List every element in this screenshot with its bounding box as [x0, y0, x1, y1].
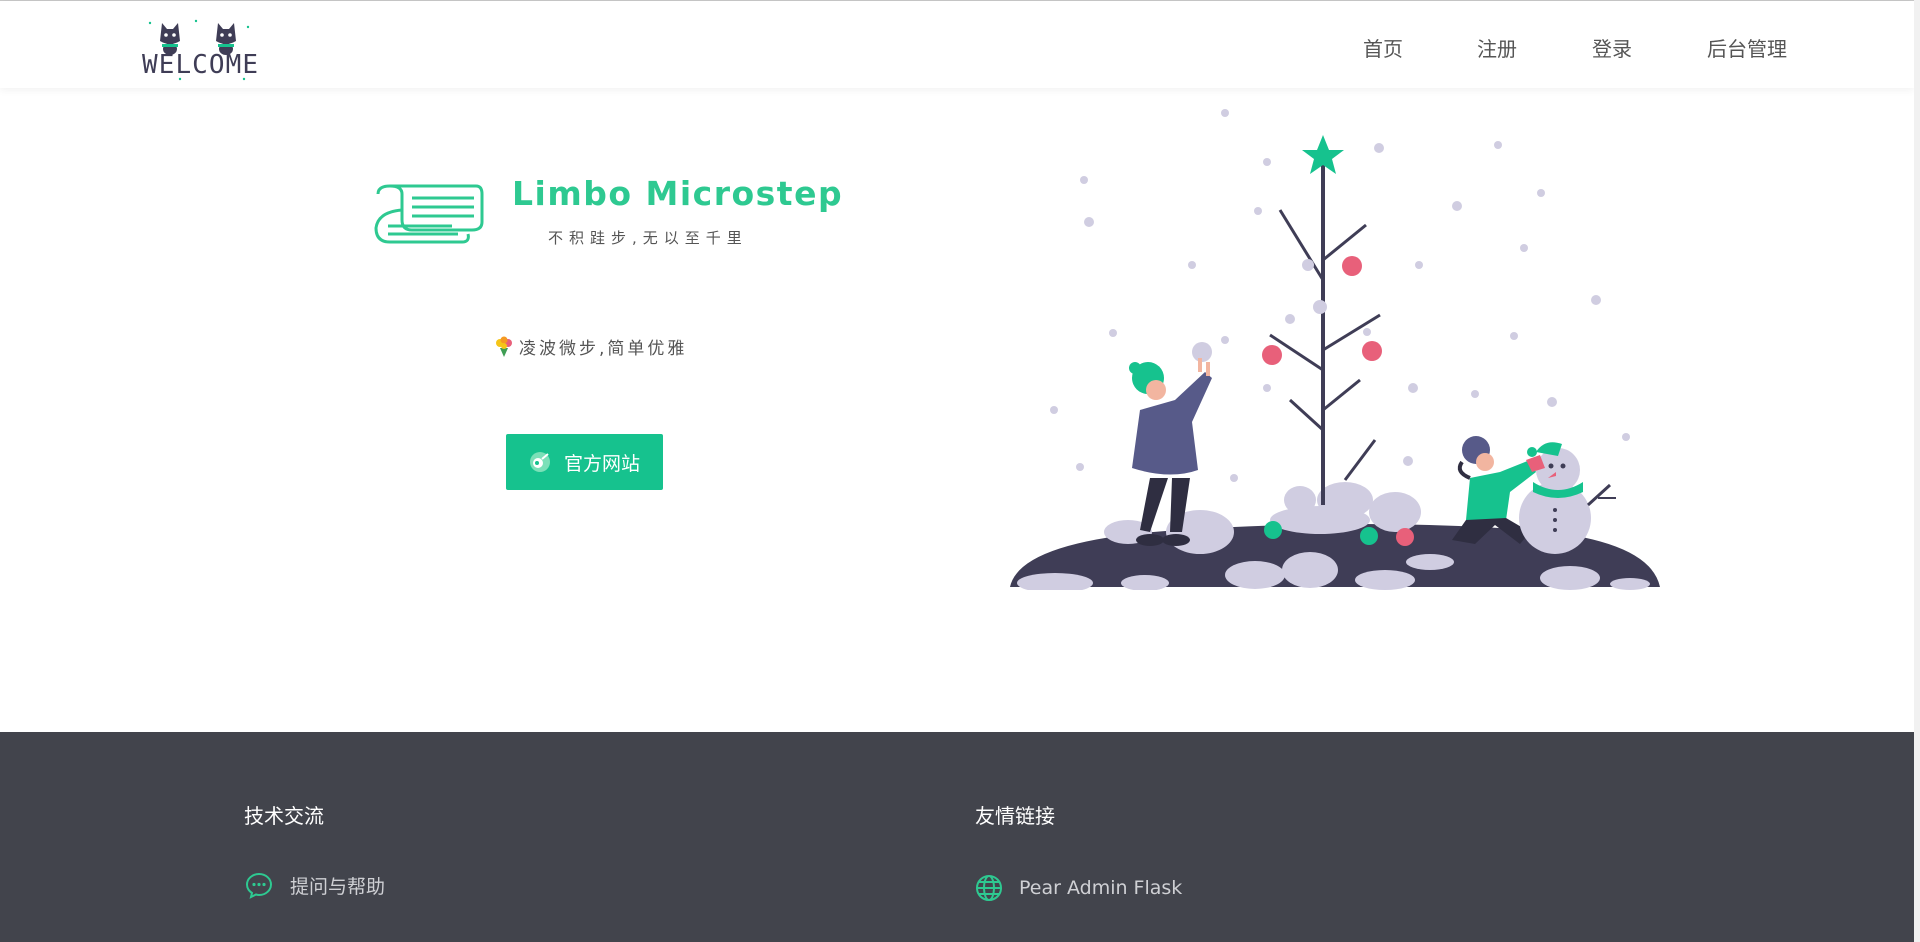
official-site-label: 官方网站 [564, 452, 641, 475]
nav-admin[interactable]: 后台管理 [1707, 33, 1787, 62]
chat-bubble-icon [245, 872, 273, 899]
nav-home[interactable]: 首页 [1363, 33, 1403, 62]
slogan-text: 凌波微步,简单优雅 [519, 339, 688, 359]
comet-icon [530, 452, 550, 472]
footer-title-links: 友情链接 [975, 804, 1055, 828]
book-logo-icon [374, 184, 484, 244]
footer-title-tech: 技术交流 [244, 804, 324, 828]
welcome-logo[interactable]: WELCOME [140, 9, 260, 81]
site-header: WELCOME 首页 注册 登录 后台管理 [0, 1, 1914, 88]
help-link-label: 提问与帮助 [290, 875, 386, 898]
official-site-button[interactable]: 官方网站 [506, 434, 663, 490]
pear-admin-link[interactable]: Pear Admin Flask [975, 874, 1182, 902]
winter-illustration [1010, 109, 1660, 590]
slogan: 凌波微步,简单优雅 [493, 334, 687, 359]
svg-text:WELCOME: WELCOME [142, 50, 258, 80]
help-link[interactable]: 提问与帮助 [244, 870, 385, 900]
nav-login[interactable]: 登录 [1592, 33, 1632, 62]
page-scrollbar[interactable] [1914, 0, 1920, 942]
snowflakes [1050, 109, 1630, 482]
site-footer: 技术交流 提问与帮助 友情链接 Pear Admin Flask [0, 732, 1914, 942]
globe-icon [976, 875, 1002, 901]
brand-title: Limbo Microstep [512, 174, 844, 213]
pear-admin-link-label: Pear Admin Flask [1019, 877, 1183, 899]
flower-bouquet-icon [496, 336, 512, 357]
brand-subtitle: 不积跬步,无以至千里 [548, 229, 748, 247]
nav-register[interactable]: 注册 [1477, 33, 1517, 62]
